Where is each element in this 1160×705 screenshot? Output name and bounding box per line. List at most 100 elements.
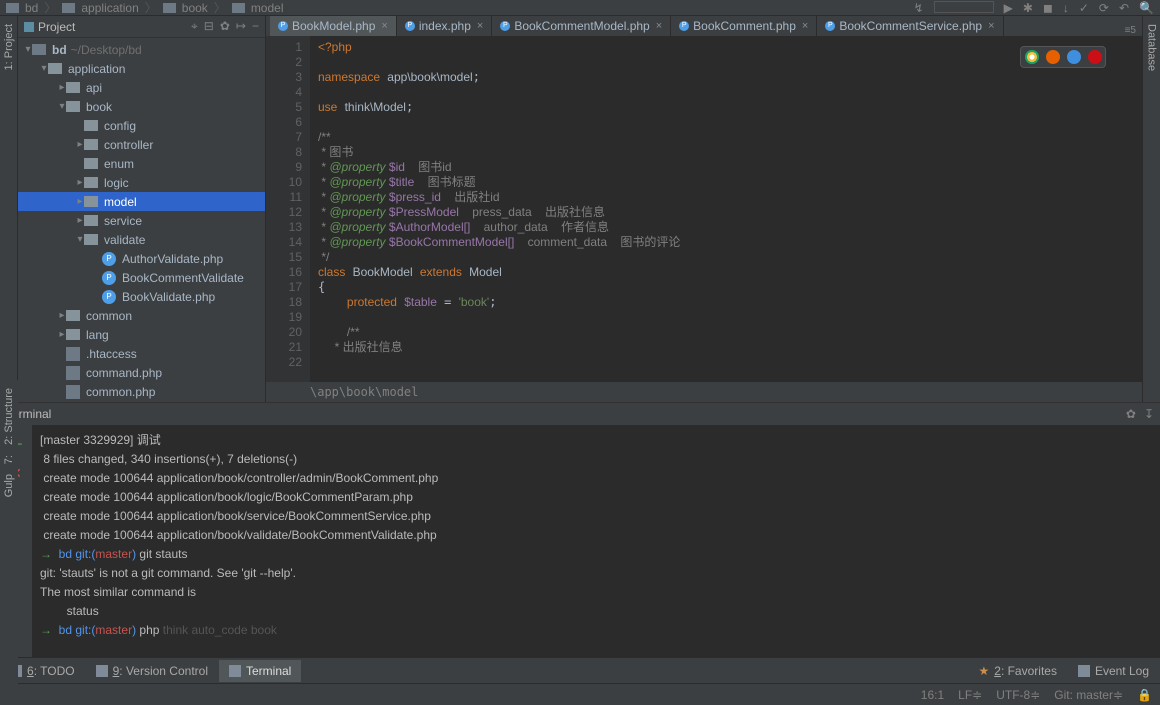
folder-icon (62, 3, 75, 13)
terminal-panel: Terminal ✿ ↧ ＋ ✕ [master 3329929] 调试 8 f… (0, 402, 1160, 657)
tool-project[interactable]: 1: Project (3, 24, 15, 70)
history-icon[interactable]: ⟳ (1099, 1, 1109, 15)
update-icon[interactable]: ↓ (1063, 1, 1069, 15)
tree-node-logic[interactable]: ▸logic (18, 173, 265, 192)
close-icon[interactable]: × (477, 20, 483, 32)
opera-icon[interactable] (1088, 50, 1102, 64)
tree-node-validate[interactable]: ▾validate (18, 230, 265, 249)
commit-icon[interactable]: ✓ (1079, 1, 1089, 15)
php-icon: P (405, 21, 415, 31)
build-icon[interactable]: ↯ (914, 1, 924, 15)
right-tool-strip: Database (1142, 16, 1160, 402)
close-icon[interactable]: × (802, 20, 808, 32)
divide-icon[interactable]: ↦ (236, 19, 246, 34)
revert-icon[interactable]: ↶ (1119, 1, 1129, 15)
tree-node-enum[interactable]: enum (18, 154, 265, 173)
tree-node-controller[interactable]: ▸controller (18, 135, 265, 154)
tree-node-lang[interactable]: ▸lang (18, 325, 265, 344)
tab-bookcomment-php[interactable]: PBookComment.php× (671, 16, 817, 36)
project-icon (24, 22, 34, 32)
stop-icon[interactable]: ◼ (1043, 1, 1053, 15)
tree-node-config[interactable]: config (18, 116, 265, 135)
bottom-tab-2-favorites[interactable]: ★2: Favorites (968, 660, 1067, 682)
folder-icon (163, 3, 176, 13)
tabs-overflow[interactable]: ≡5 (1119, 25, 1142, 36)
bottom-tab-9-version-control[interactable]: 9: Version Control (86, 660, 219, 682)
tool-structure[interactable]: 2: Structure (3, 388, 15, 445)
status-bar: 16:1 LF≑ UTF-8≑ Git: master≑ 🔒 (0, 683, 1160, 705)
safari-icon[interactable] (1067, 50, 1081, 64)
tree-node-command-php[interactable]: command.php (18, 363, 265, 382)
close-icon[interactable]: × (381, 20, 387, 32)
project-panel: Project ⌖ ⊟ ✿ ↦ − ▾bd ~/Desktop/bd▾appli… (18, 16, 266, 402)
line-sep[interactable]: LF≑ (958, 688, 982, 702)
terminal-header: Terminal ✿ ↧ (0, 403, 1160, 425)
editor-tabs: PBookModel.php×Pindex.php×PBookCommentMo… (266, 16, 1142, 36)
tree-root[interactable]: ▾bd ~/Desktop/bd (18, 40, 265, 59)
project-tree[interactable]: ▾bd ~/Desktop/bd▾application▸api▾bookcon… (18, 38, 265, 402)
run-icon[interactable]: ▶ (1004, 1, 1013, 15)
encoding[interactable]: UTF-8≑ (996, 688, 1040, 702)
term-icon (229, 665, 241, 677)
minimize-icon[interactable]: ↧ (1144, 407, 1154, 421)
terminal-output[interactable]: [master 3329929] 调试 8 files changed, 340… (32, 425, 1160, 657)
tab-bookmodel-php[interactable]: PBookModel.php× (270, 16, 397, 36)
project-header: Project ⌖ ⊟ ✿ ↦ − (18, 16, 265, 38)
tool-database[interactable]: Database (1146, 24, 1158, 71)
hide-icon[interactable]: − (252, 19, 259, 34)
php-icon: P (679, 21, 689, 31)
bottom-tab-terminal[interactable]: Terminal (219, 660, 302, 682)
gear-icon[interactable]: ✿ (1126, 407, 1136, 421)
tool-gulp[interactable]: Gulp (3, 474, 15, 497)
chrome-icon[interactable] (1025, 50, 1039, 64)
tab-bookcommentservice-php[interactable]: PBookCommentService.php× (817, 16, 1003, 36)
close-icon[interactable]: × (656, 20, 662, 32)
search-icon[interactable]: 🔍 (1139, 1, 1154, 15)
cursor-pos[interactable]: 16:1 (921, 688, 944, 702)
tree-node--htaccess[interactable]: .htaccess (18, 344, 265, 363)
gutter: 12345678910111213141516171819202122 (266, 36, 310, 382)
code-area[interactable]: <?php namespace app\book\model; use thin… (310, 36, 1142, 382)
star-icon: ★ (978, 664, 989, 678)
bottom-tool-tabs: 6: TODO9: Version ControlTerminal ★2: Fa… (0, 657, 1160, 683)
debug-icon[interactable]: ✱ (1023, 1, 1033, 15)
folder-icon (6, 3, 19, 13)
tab-index-php[interactable]: Pindex.php× (397, 16, 492, 36)
breadcrumb-bar: bd 〉 application 〉 book 〉 model ↯ ▶ ✱ ◼ … (0, 0, 1160, 16)
left-tool-strip-lower: 2: Structure 7: Gulp (0, 380, 18, 700)
tree-node-api[interactable]: ▸api (18, 78, 265, 97)
run-select[interactable] (934, 1, 994, 13)
tree-node-model[interactable]: ▸model (18, 192, 265, 211)
project-title: Project (38, 20, 75, 34)
close-icon[interactable]: × (988, 20, 994, 32)
editor: PBookModel.php×Pindex.php×PBookCommentMo… (266, 16, 1142, 402)
tree-node-bookvalidate-php[interactable]: PBookValidate.php (18, 287, 265, 306)
firefox-icon[interactable] (1046, 50, 1060, 64)
php-icon: P (278, 21, 288, 31)
tree-node-authorvalidate-php[interactable]: PAuthorValidate.php (18, 249, 265, 268)
breadcrumb[interactable]: bd 〉 application 〉 book 〉 model (6, 0, 284, 16)
tree-node-common[interactable]: ▸common (18, 306, 265, 325)
vcs-icon (96, 665, 108, 677)
toolbar-right: ↯ ▶ ✱ ◼ ↓ ✓ ⟳ ↶ 🔍 (914, 1, 1154, 15)
git-branch[interactable]: Git: master≑ (1054, 688, 1123, 702)
tab-bookcommentmodel-php[interactable]: PBookCommentModel.php× (492, 16, 671, 36)
tree-node-common-php[interactable]: common.php (18, 382, 265, 401)
bottom-tab-event-log[interactable]: Event Log (1068, 660, 1160, 682)
lock-icon[interactable]: 🔒 (1137, 688, 1152, 702)
folder-icon (232, 3, 245, 13)
tree-node-bookcommentvalidate[interactable]: PBookCommentValidate (18, 268, 265, 287)
code-breadcrumb[interactable]: \app\book\model (266, 382, 1142, 402)
php-icon: P (825, 21, 835, 31)
browser-icons[interactable] (1020, 46, 1106, 68)
tree-node-service[interactable]: ▸service (18, 211, 265, 230)
left-tool-strip: 1: Project (0, 16, 18, 402)
log-icon (1078, 665, 1090, 677)
tool-7[interactable]: 7: (3, 455, 15, 464)
autoscroll-icon[interactable]: ⌖ (191, 19, 198, 34)
collapse-icon[interactable]: ⊟ (204, 19, 214, 34)
php-icon: P (500, 21, 510, 31)
tree-node-application[interactable]: ▾application (18, 59, 265, 78)
gear-icon[interactable]: ✿ (220, 19, 230, 34)
tree-node-book[interactable]: ▾book (18, 97, 265, 116)
